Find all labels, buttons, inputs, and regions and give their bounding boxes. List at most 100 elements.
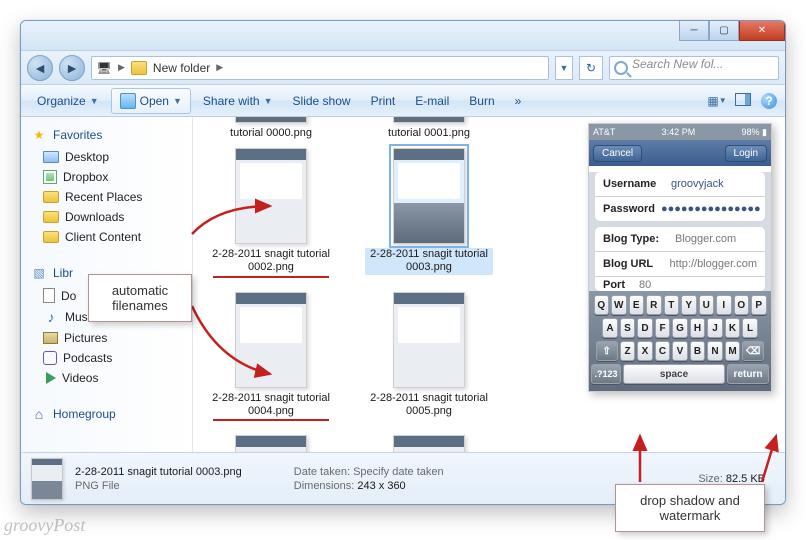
folder-icon — [131, 61, 147, 75]
print-button[interactable]: Print — [363, 90, 404, 112]
file-thumb[interactable]: 2-28-2011 snagit tutorial 0002.png — [207, 148, 335, 277]
file-thumb-selected[interactable]: 2-28-2011 snagit tutorial 0003.png — [365, 148, 493, 277]
thumbnail-image — [235, 435, 307, 452]
minimize-button[interactable]: ─ — [679, 21, 709, 41]
sidebar-item-downloads[interactable]: Downloads — [39, 207, 188, 227]
phone-keyboard: QWERTYUIOP ASDFGHJKL ⇧ZXCVBNM⌫ .?123 spa… — [589, 291, 771, 391]
file-thumb[interactable] — [207, 435, 335, 452]
sidebar-item-dropbox[interactable]: Dropbox — [39, 167, 188, 187]
search-placeholder: Search New fol... — [632, 57, 723, 71]
sidebar-item-pictures[interactable]: Pictures — [39, 328, 188, 348]
toolbar: Organize ▼ Open ▼ Share with ▼ Slide sho… — [21, 85, 785, 117]
file-thumb[interactable]: 2-28-2011 snagit tutorial 0004.png — [207, 292, 335, 421]
file-name: 2-28-2011 snagit tutorial 0004.png — [207, 392, 335, 418]
carrier-text: AT&T — [593, 127, 615, 137]
preview-image: AT&T 3:42 PM 98% ▮ Cancel Login Username… — [588, 123, 772, 392]
dimensions-value: 243 x 360 — [357, 480, 405, 492]
details-filename: 2-28-2011 snagit tutorial 0003.png — [75, 466, 242, 478]
annotation-callout-shadow: drop shadow and watermark — [615, 484, 765, 532]
login-button: Login — [725, 145, 767, 162]
battery-text: 98% ▮ — [742, 127, 767, 138]
pictures-icon — [43, 332, 58, 344]
sidebar-item-desktop[interactable]: Desktop — [39, 147, 188, 167]
details-filetype: PNG File — [75, 480, 242, 492]
chevron-down-icon: ▼ — [90, 96, 99, 106]
file-thumb[interactable]: tutorial 0000.png — [207, 117, 335, 140]
annotation-underline — [213, 276, 329, 278]
close-button[interactable]: ✕ — [739, 21, 785, 41]
window-controls: ─ ▢ ✕ — [679, 21, 785, 41]
document-icon — [43, 288, 55, 303]
thumbnail-image — [235, 117, 307, 123]
annotation-callout-filenames: automatic filenames — [88, 274, 192, 322]
history-dropdown[interactable]: ▼ — [555, 56, 573, 80]
desktop-icon — [43, 151, 59, 163]
thumbnail-image — [235, 148, 307, 244]
thumbnail-image — [393, 435, 465, 452]
help-button[interactable]: ? — [761, 93, 777, 109]
file-name: 2-28-2011 snagit tutorial 0003.png — [365, 248, 493, 274]
libraries-icon: ▧ — [31, 265, 47, 281]
phone-statusbar: AT&T 3:42 PM 98% ▮ — [589, 124, 771, 140]
sidebar-item-videos[interactable]: Videos — [39, 368, 188, 388]
folder-icon — [43, 211, 59, 223]
details-thumbnail — [31, 458, 63, 500]
time-text: 3:42 PM — [662, 127, 696, 137]
homegroup-icon: ⌂ — [31, 406, 47, 422]
cancel-button: Cancel — [593, 145, 642, 162]
thumbnail-image — [235, 292, 307, 388]
burn-button[interactable]: Burn — [461, 90, 502, 112]
podcasts-icon — [43, 351, 57, 365]
music-icon: ♪ — [43, 309, 59, 325]
chevron-right-icon: ▶ — [118, 62, 125, 73]
slideshow-button[interactable]: Slide show — [285, 90, 359, 112]
view-options-button[interactable]: ▦ ▼ — [709, 93, 725, 109]
dropbox-icon — [43, 170, 57, 184]
file-name: 2-28-2011 snagit tutorial 0005.png — [365, 392, 493, 418]
file-name: tutorial 0000.png — [207, 127, 335, 140]
file-list[interactable]: tutorial 0000.png tutorial 0001.png 2-28… — [193, 117, 575, 452]
open-icon — [120, 93, 136, 109]
computer-icon: 🖥 — [96, 60, 112, 76]
sidebar-item-recent[interactable]: Recent Places — [39, 187, 188, 207]
email-button[interactable]: E-mail — [407, 90, 457, 112]
file-thumb[interactable]: 2-28-2011 snagit tutorial 0005.png — [365, 292, 493, 421]
file-thumb[interactable] — [365, 435, 493, 452]
space-key: space — [623, 364, 725, 384]
size-value: 82.5 KB — [726, 473, 765, 485]
breadcrumb[interactable]: 🖥 ▶ New folder ▶ — [91, 56, 549, 80]
back-button[interactable]: ◄ — [27, 55, 53, 81]
file-name: 2-28-2011 snagit tutorial 0002.png — [207, 248, 335, 274]
folder-icon — [43, 231, 59, 243]
chevron-down-icon: ▼ — [173, 96, 182, 106]
search-icon — [614, 61, 628, 75]
videos-icon — [46, 372, 56, 384]
return-key: return — [727, 364, 769, 384]
nav-row: ◄ ► 🖥 ▶ New folder ▶ ▼ ↻ Search New fol.… — [21, 51, 785, 85]
chevron-down-icon: ▼ — [264, 96, 273, 106]
chevron-right-icon: ▶ — [216, 62, 223, 73]
file-name: tutorial 0001.png — [365, 127, 493, 140]
file-thumb[interactable]: tutorial 0001.png — [365, 117, 493, 140]
search-input[interactable]: Search New fol... — [609, 56, 779, 80]
preview-pane-button[interactable] — [735, 93, 751, 106]
sidebar-item-podcasts[interactable]: Podcasts — [39, 348, 188, 368]
favorites-header[interactable]: ★ Favorites — [25, 123, 188, 147]
path-text: New folder — [153, 61, 210, 75]
open-button[interactable]: Open ▼ — [111, 88, 191, 114]
annotation-underline — [213, 419, 329, 421]
date-taken-field[interactable]: Specify date taken — [353, 466, 444, 478]
maximize-button[interactable]: ▢ — [709, 21, 739, 41]
sidebar-item-client[interactable]: Client Content — [39, 227, 188, 247]
thumbnail-image — [393, 292, 465, 388]
refresh-button[interactable]: ↻ — [579, 56, 603, 80]
thumbnail-image — [393, 117, 465, 123]
titlebar: ─ ▢ ✕ — [21, 21, 785, 51]
forward-button[interactable]: ► — [59, 55, 85, 81]
phone-navbar: Cancel Login — [589, 140, 771, 166]
toolbar-overflow[interactable]: » — [507, 90, 530, 112]
homegroup-header[interactable]: ⌂ Homegroup — [25, 402, 188, 426]
organize-menu[interactable]: Organize ▼ — [29, 90, 107, 112]
share-menu[interactable]: Share with ▼ — [195, 90, 281, 112]
watermark-text: groovyPost — [4, 515, 85, 536]
